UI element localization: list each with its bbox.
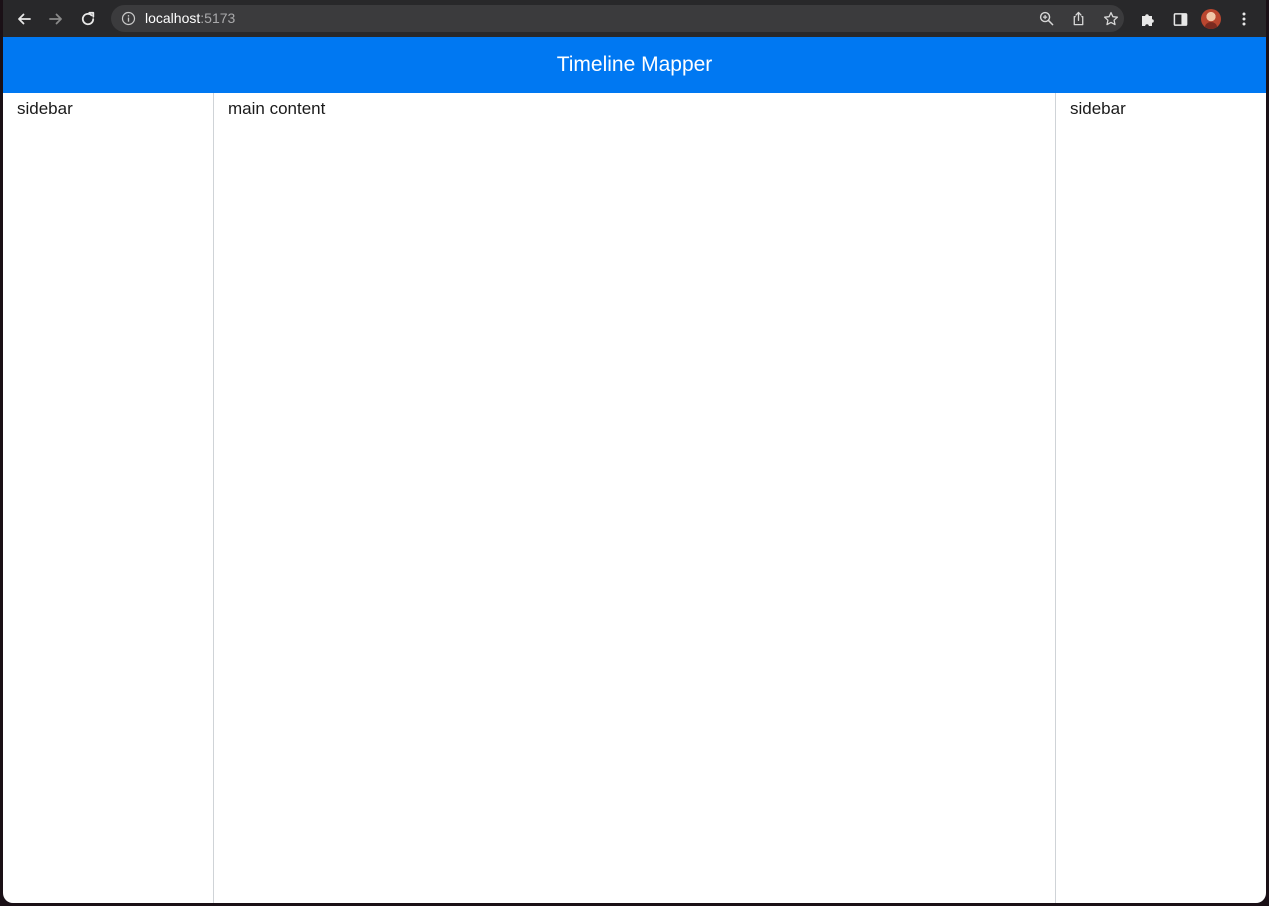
side-panel-button[interactable] [1170,9,1190,29]
back-button[interactable] [11,6,37,32]
arrow-left-icon [18,13,31,25]
main-content: main content [214,93,1056,903]
share-icon [1073,11,1084,26]
url-host: localhost [145,10,201,26]
zoom-icon [1039,11,1054,26]
arrow-right-icon [49,13,62,25]
side-panel-icon [1173,12,1187,26]
left-sidebar-label: sidebar [17,99,73,118]
app-header: Timeline Mapper [3,37,1266,93]
info-icon[interactable] [121,11,136,26]
extensions-button[interactable] [1138,9,1158,29]
avatar[interactable] [1201,9,1221,29]
reload-icon [81,11,95,26]
kebab-menu-icon [1242,12,1246,26]
browser-menu-button[interactable] [1234,9,1254,29]
left-sidebar: sidebar [3,93,214,903]
reload-button[interactable] [75,6,101,32]
star-icon [1103,11,1118,25]
url-port: :5173 [200,10,236,26]
url-text[interactable]: localhost:5173 [145,10,235,27]
puzzle-icon [1142,14,1154,26]
main-content-label: main content [228,99,326,118]
forward-button[interactable] [43,6,69,32]
page-title: Timeline Mapper [556,53,713,76]
right-sidebar: sidebar [1056,93,1266,903]
bookmark-button[interactable] [1102,10,1119,27]
share-button[interactable] [1070,10,1087,27]
app-layout: sidebar main content sidebar [3,93,1266,903]
address-bar[interactable]: localhost:5173 [111,5,1124,32]
browser-toolbar: localhost:5173 [3,0,1266,38]
zoom-button[interactable] [1038,10,1055,27]
right-sidebar-label: sidebar [1070,99,1126,118]
browser-window: localhost:5173 Timeline Mapper sidebar m… [3,0,1266,903]
